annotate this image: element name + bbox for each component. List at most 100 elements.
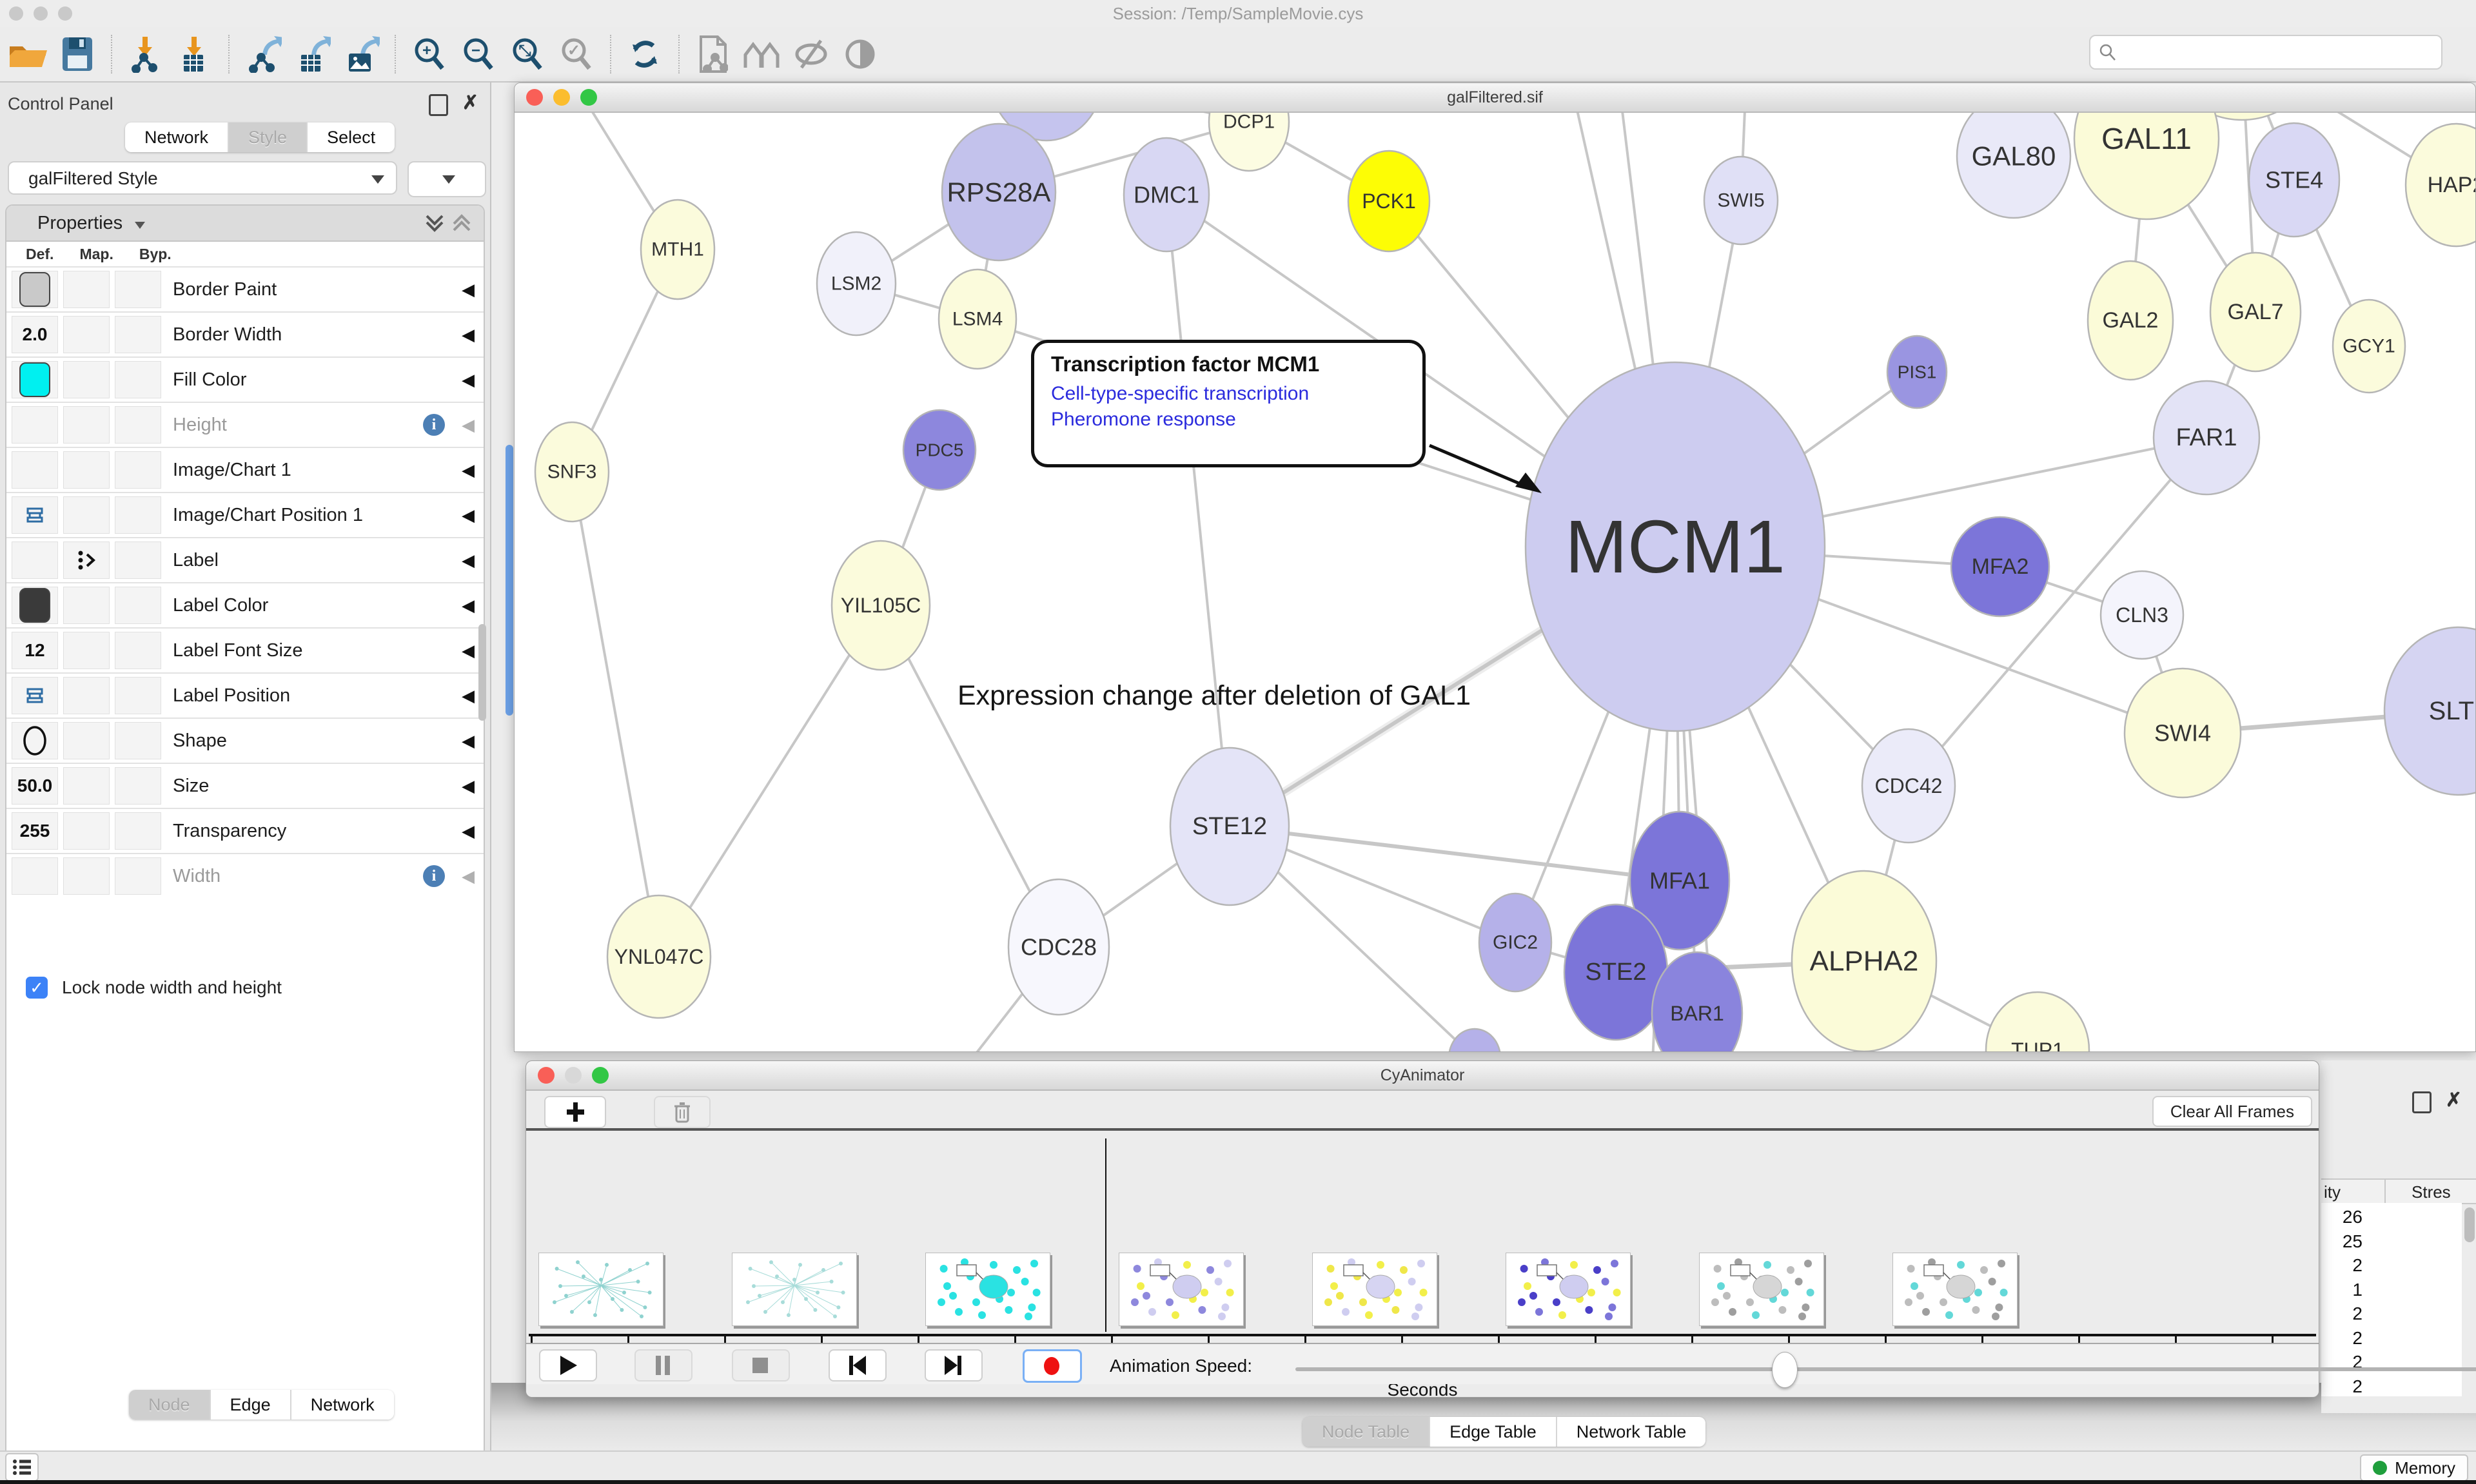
table-cell-value[interactable]: 2 — [2321, 1328, 2363, 1349]
network-node-LSM2[interactable]: LSM2 — [817, 232, 896, 335]
tab-network-table[interactable]: Network Table — [1557, 1417, 1706, 1447]
frame-thumbnail-2[interactable] — [732, 1253, 857, 1326]
network-node-SLT2[interactable]: SLT2 — [2384, 627, 2475, 795]
frame-thumbnail-4[interactable] — [1119, 1253, 1244, 1326]
property-row-size[interactable]: 50.0Size◀ — [6, 763, 484, 808]
checkbox-checked-icon[interactable]: ✓ — [26, 977, 48, 999]
stop-button[interactable] — [732, 1349, 790, 1381]
animation-speed-slider[interactable] — [1295, 1367, 2476, 1371]
overview-button[interactable] — [741, 33, 783, 75]
mapping-cell[interactable] — [63, 542, 110, 579]
bypass-cell[interactable] — [115, 316, 161, 353]
default-value-cell[interactable] — [12, 857, 58, 895]
close-icon[interactable] — [526, 89, 543, 106]
network-node-STE12[interactable]: STE12 — [1170, 748, 1289, 905]
style-selector[interactable]: galFiltered Style — [8, 161, 397, 195]
property-row-height[interactable]: Heighti◀ — [6, 402, 484, 447]
expand-row-icon[interactable]: ◀ — [462, 460, 475, 480]
float-panel-icon[interactable] — [2412, 1091, 2432, 1113]
mapping-cell[interactable] — [63, 812, 110, 850]
bypass-cell[interactable] — [115, 677, 161, 714]
slider-handle[interactable] — [1772, 1352, 1798, 1388]
zoom-window-icon[interactable] — [592, 1067, 609, 1084]
network-node-PIS1[interactable]: PIS1 — [1887, 336, 1947, 408]
frame-thumbnail-5[interactable] — [1312, 1253, 1437, 1326]
expand-row-icon[interactable]: ◀ — [462, 776, 475, 796]
expand-row-icon[interactable]: ◀ — [462, 370, 475, 390]
network-node-YNL047C[interactable]: YNL047C — [607, 895, 711, 1018]
network-node-PDC5[interactable]: PDC5 — [903, 410, 976, 490]
info-icon[interactable]: i — [423, 865, 445, 887]
bypass-cell[interactable] — [115, 361, 161, 398]
delete-frame-button[interactable] — [654, 1096, 711, 1128]
bypass-cell[interactable] — [115, 496, 161, 534]
tab-select[interactable]: Select — [308, 122, 395, 152]
property-row-image-chart-1[interactable]: Image/Chart 1◀ — [6, 447, 484, 492]
property-row-transparency[interactable]: 255Transparency◀ — [6, 808, 484, 853]
export-network-button[interactable] — [242, 33, 284, 75]
mapping-cell[interactable] — [63, 587, 110, 624]
save-session-button[interactable] — [56, 33, 99, 75]
network-node-GAL2[interactable]: GAL2 — [2088, 261, 2173, 380]
play-button[interactable] — [539, 1349, 597, 1381]
property-row-image-chart-position-1[interactable]: Image/Chart Position 1◀ — [6, 492, 484, 537]
default-value-cell[interactable]: 2.0 — [12, 316, 58, 353]
frame-thumbnail-8[interactable] — [1892, 1253, 2018, 1326]
network-node-ALPHA2[interactable]: ALPHA2 — [1792, 871, 1936, 1051]
network-node-CLN3[interactable]: CLN3 — [2101, 571, 2183, 659]
cyanimator-titlebar[interactable]: CyAnimator — [526, 1061, 2319, 1091]
network-node-GCY1[interactable]: GCY1 — [2333, 300, 2405, 393]
default-value-cell[interactable] — [12, 722, 58, 759]
mapping-cell[interactable] — [63, 451, 110, 489]
tab-style[interactable]: Style — [229, 122, 308, 152]
network-window-traffic-lights[interactable] — [526, 89, 597, 106]
skip-start-button[interactable] — [829, 1349, 887, 1381]
frame-thumbnail-7[interactable] — [1699, 1253, 1824, 1326]
table-cell-value[interactable]: 2 — [2321, 1255, 2363, 1276]
default-value-cell[interactable] — [12, 587, 58, 624]
expand-row-icon[interactable]: ◀ — [462, 325, 475, 345]
expand-row-icon[interactable]: ◀ — [462, 596, 475, 616]
zoom-in-button[interactable]: + — [408, 33, 451, 75]
expand-collapse-icons[interactable] — [423, 211, 475, 237]
default-value-cell[interactable] — [12, 451, 58, 489]
network-node-botP[interactable] — [1449, 1029, 1500, 1051]
default-value-cell[interactable] — [12, 361, 58, 398]
network-canvas[interactable]: DCP1RPS28ADMC1PCK1SWI5MTH1LSM2LSM4GAL80G… — [515, 113, 2475, 1051]
annotation-link[interactable]: Pheromone response — [1051, 409, 1422, 431]
record-button[interactable] — [1023, 1349, 1082, 1383]
bypass-cell[interactable] — [115, 587, 161, 624]
network-node-HAP2[interactable]: HAP2 — [2406, 124, 2475, 246]
network-window-titlebar[interactable]: galFiltered.sif — [515, 83, 2475, 113]
import-table-button[interactable] — [173, 33, 216, 75]
style-options-button[interactable] — [408, 161, 486, 197]
close-panel-icon[interactable]: ✗ — [462, 94, 478, 116]
window-traffic-lights[interactable] — [9, 6, 83, 24]
network-node-GAL11[interactable]: GAL11 — [2074, 113, 2219, 219]
timeline[interactable]: 0123456789 Seconds — [526, 1133, 2319, 1343]
panel-splitter[interactable] — [506, 445, 513, 716]
property-row-shape[interactable]: Shape◀ — [6, 718, 484, 763]
default-value-cell[interactable]: 255 — [12, 812, 58, 850]
network-node-CDC28[interactable]: CDC28 — [1008, 879, 1109, 1015]
default-value-cell[interactable] — [12, 677, 58, 714]
clear-all-frames-button[interactable]: Clear All Frames — [2152, 1096, 2312, 1127]
network-node-FAR1[interactable]: FAR1 — [2154, 381, 2259, 494]
mapping-cell[interactable] — [63, 857, 110, 895]
close-icon[interactable] — [9, 6, 23, 21]
bypass-cell[interactable] — [115, 632, 161, 669]
playhead[interactable] — [1105, 1138, 1106, 1332]
refresh-layout-button[interactable] — [624, 33, 666, 75]
property-row-label[interactable]: Label◀ — [6, 537, 484, 582]
network-node-CDC42[interactable]: CDC42 — [1862, 729, 1955, 843]
property-row-label-color[interactable]: Label Color◀ — [6, 582, 484, 627]
network-node-SWI4[interactable]: SWI4 — [2125, 669, 2241, 797]
expand-row-icon[interactable]: ◀ — [462, 280, 475, 300]
table-cell-value[interactable]: 25 — [2321, 1231, 2363, 1252]
zoom-selected-button[interactable]: ✓ — [555, 33, 598, 75]
network-node-MCM1[interactable]: MCM1 — [1526, 362, 1825, 731]
show-graphics-button[interactable] — [839, 33, 881, 75]
default-value-cell[interactable] — [12, 496, 58, 534]
pause-button[interactable] — [634, 1349, 693, 1381]
property-row-label-position[interactable]: Label Position◀ — [6, 672, 484, 718]
